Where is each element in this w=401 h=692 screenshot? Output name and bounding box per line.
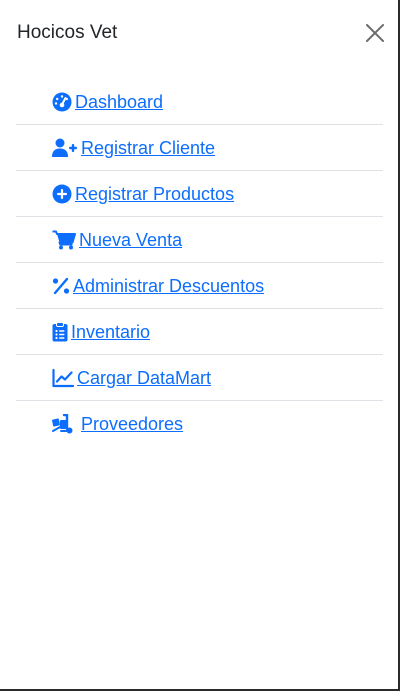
sidebar-item-dashboard: Dashboard bbox=[16, 79, 383, 125]
sidebar-item-inventario: Inventario bbox=[16, 309, 383, 355]
inventario-link[interactable]: Inventario bbox=[52, 321, 150, 343]
circle-plus-icon bbox=[52, 183, 72, 205]
close-icon bbox=[366, 24, 384, 42]
gauge-icon bbox=[52, 91, 72, 113]
sidebar-item-label: Proveedores bbox=[81, 414, 184, 434]
registrar-productos-link[interactable]: Registrar Productos bbox=[52, 183, 234, 205]
close-button[interactable] bbox=[360, 18, 390, 48]
sidebar-item-label: Registrar Productos bbox=[75, 184, 235, 204]
sidebar-item-proveedores: Proveedores bbox=[16, 401, 383, 446]
cargar-datamart-link[interactable]: Cargar DataMart bbox=[52, 367, 211, 389]
sidebar-item-label: Registrar Cliente bbox=[81, 138, 216, 158]
sidebar-item-registrar-cliente: Registrar Cliente bbox=[16, 125, 383, 171]
registrar-cliente-link[interactable]: Registrar Cliente bbox=[52, 137, 215, 159]
nueva-venta-link[interactable]: Nueva Venta bbox=[52, 229, 182, 251]
proveedores-link[interactable]: Proveedores bbox=[52, 413, 183, 435]
sidebar-item-label: Inventario bbox=[71, 322, 151, 342]
sidebar-item-label: Cargar DataMart bbox=[77, 368, 212, 388]
dashboard-link[interactable]: Dashboard bbox=[52, 91, 163, 113]
sidebar-item-label: Administrar Descuentos bbox=[73, 276, 265, 296]
sidebar-nav: Dashboard Registrar Cliente Registrar Pr… bbox=[16, 79, 383, 446]
user-plus-icon bbox=[52, 137, 78, 159]
sidebar-item-label: Nueva Venta bbox=[79, 230, 183, 250]
clipboard-list-icon bbox=[52, 321, 68, 343]
chart-line-icon bbox=[52, 367, 74, 389]
sidebar-header: Hocicos Vet bbox=[0, 0, 398, 66]
sidebar-item-nueva-venta: Nueva Venta bbox=[16, 217, 383, 263]
administrar-descuentos-link[interactable]: Administrar Descuentos bbox=[52, 275, 264, 297]
offcanvas-sidebar: Hocicos Vet Dashboard Registrar Cliente … bbox=[0, 0, 400, 691]
truck-ramp-icon bbox=[52, 413, 78, 435]
percent-icon bbox=[52, 275, 70, 297]
sidebar-item-label: Dashboard bbox=[75, 92, 164, 112]
sidebar-title: Hocicos Vet bbox=[17, 22, 118, 43]
cart-icon bbox=[52, 229, 76, 251]
sidebar-item-registrar-productos: Registrar Productos bbox=[16, 171, 383, 217]
sidebar-item-administrar-descuentos: Administrar Descuentos bbox=[16, 263, 383, 309]
sidebar-item-cargar-datamart: Cargar DataMart bbox=[16, 355, 383, 401]
